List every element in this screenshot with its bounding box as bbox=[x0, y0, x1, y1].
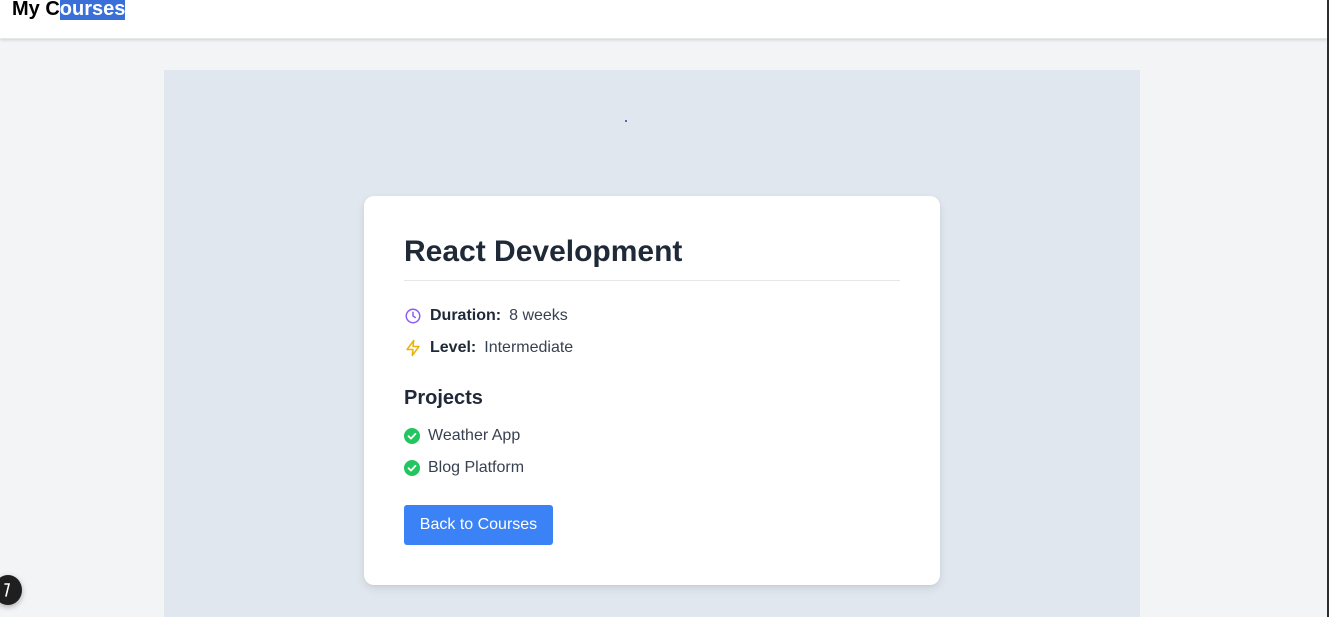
dev-tools-badge[interactable] bbox=[0, 575, 22, 605]
title-divider bbox=[404, 280, 900, 281]
duration-row: Duration: 8 weeks bbox=[404, 305, 568, 327]
duration-label: Duration: bbox=[430, 307, 502, 324]
clock-icon bbox=[404, 307, 422, 325]
main-content-area: React Development Duration: 8 weeks Leve… bbox=[164, 70, 1140, 617]
level-row: Level: Intermediate bbox=[404, 337, 573, 359]
project-item: Weather App bbox=[404, 425, 520, 447]
page-title-selected-text: ourses bbox=[59, 0, 126, 20]
course-title: React Development bbox=[404, 235, 683, 268]
back-to-courses-button[interactable]: Back to Courses bbox=[404, 505, 553, 545]
course-detail-card: React Development Duration: 8 weeks Leve… bbox=[364, 196, 940, 585]
top-header: My Courses bbox=[0, 0, 1327, 39]
lightning-icon bbox=[404, 339, 422, 357]
loading-dot bbox=[625, 120, 627, 122]
level-value: Intermediate bbox=[484, 339, 574, 356]
project-item: Blog Platform bbox=[404, 457, 524, 479]
projects-heading: Projects bbox=[404, 387, 483, 409]
dev-tools-icon bbox=[4, 583, 11, 597]
check-circle-icon bbox=[404, 428, 420, 444]
page-title: My Courses bbox=[12, 0, 126, 20]
check-circle-icon bbox=[404, 460, 420, 476]
project-name: Blog Platform bbox=[428, 459, 525, 476]
project-name: Weather App bbox=[428, 427, 521, 444]
level-label: Level: bbox=[430, 339, 477, 356]
duration-value: 8 weeks bbox=[509, 307, 568, 324]
page-title-prefix: My C bbox=[12, 0, 60, 20]
